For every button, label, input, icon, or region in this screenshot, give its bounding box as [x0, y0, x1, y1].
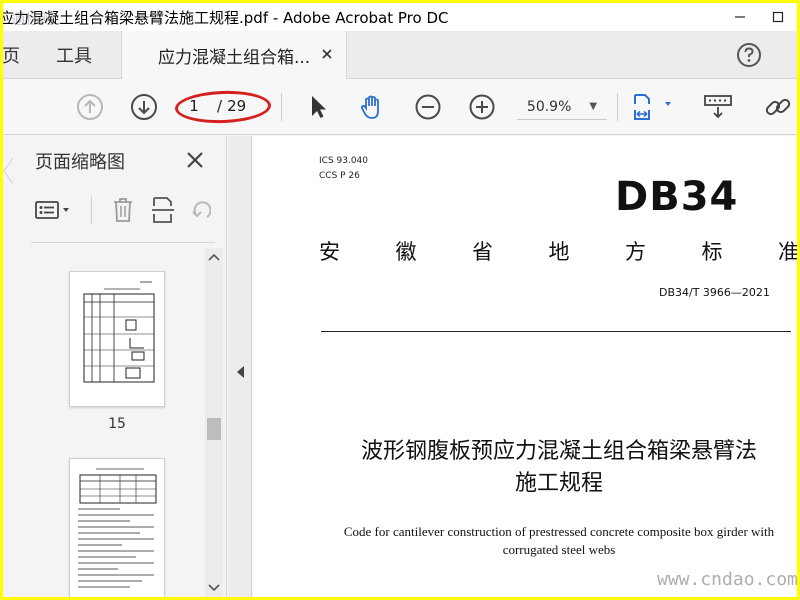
- select-tool-button[interactable]: [303, 92, 333, 122]
- tab-document-label: 应力混凝土组合箱...: [158, 47, 311, 68]
- share-link-button[interactable]: [763, 92, 793, 122]
- delete-page-button[interactable]: [109, 196, 137, 224]
- trash-icon: [114, 198, 132, 222]
- scroll-up-button[interactable]: [205, 248, 223, 266]
- chevron-up-icon: [208, 253, 220, 261]
- rotate-page-button[interactable]: [189, 196, 211, 224]
- panel-close-button[interactable]: [184, 149, 206, 171]
- panel-tab-indicator: [3, 158, 13, 184]
- app-window: 应力混凝土组合箱梁悬臂法施工规程.pdf - Adobe Acrobat Pro…: [3, 3, 797, 597]
- tab-home[interactable]: 页: [3, 31, 25, 79]
- thumbnail-preview: [83, 281, 155, 383]
- panel-toolbar: [33, 194, 223, 226]
- toolbar-divider: [617, 93, 618, 121]
- window-title: 应力混凝土组合箱梁悬臂法施工规程.pdf - Adobe Acrobat Pro…: [3, 8, 449, 27]
- fit-width-icon: [634, 94, 671, 120]
- toolbar-divider: [281, 93, 282, 121]
- zoom-select[interactable]: 50.9% ▼: [517, 94, 607, 120]
- standard-logo: DB34: [615, 174, 739, 220]
- category-char: 地: [548, 240, 570, 264]
- scroll-down-button[interactable]: [205, 579, 223, 597]
- tab-tools[interactable]: 工具: [27, 31, 121, 79]
- category-char: 标: [701, 240, 723, 264]
- english-title: Code for cantilever construction of pres…: [319, 523, 797, 559]
- title-bar: 应力混凝土组合箱梁悬臂法施工规程.pdf - Adobe Acrobat Pro…: [3, 3, 797, 31]
- panel-divider: [31, 242, 215, 243]
- english-title-line: corrugated steel webs: [502, 542, 616, 557]
- category-char: 安: [319, 240, 340, 264]
- close-icon: [322, 49, 332, 59]
- close-icon: [187, 152, 203, 168]
- watermark-top: 通标网: [11, 12, 53, 28]
- main-toolbar: 1 / 29 50.9% ▼: [3, 79, 797, 135]
- maximize-icon: [772, 11, 784, 23]
- link-icon: [765, 98, 791, 116]
- rotate-icon: [192, 201, 211, 218]
- help-button[interactable]: [735, 41, 763, 69]
- page-thumbnail[interactable]: [69, 458, 165, 597]
- thumbnail-options-button[interactable]: [33, 196, 77, 224]
- watermark-bottom: www.cndao.com: [657, 569, 797, 590]
- tab-document[interactable]: 应力混凝土组合箱...: [121, 31, 347, 79]
- chevron-down-icon: [208, 584, 220, 592]
- chevron-down-icon: ▼: [589, 101, 598, 112]
- help-icon: [737, 43, 761, 67]
- zoom-value: 50.9%: [526, 98, 572, 115]
- arrow-up-circle-icon: [77, 94, 103, 120]
- collapse-panel-button[interactable]: [234, 364, 246, 380]
- page-thumbnail[interactable]: [69, 271, 165, 407]
- panel-collapse-bar[interactable]: [228, 136, 252, 597]
- title-line: 波形钢腹板预应力混凝土组合箱梁悬臂法: [360, 439, 757, 464]
- maximize-button[interactable]: [759, 3, 797, 31]
- standard-category: 安 徽 省 地 方 标 准: [319, 236, 797, 266]
- thumbnail-list: 15: [3, 244, 203, 597]
- minimize-button[interactable]: [721, 3, 759, 31]
- header-rule: [321, 331, 791, 332]
- zoom-in-button[interactable]: [467, 92, 497, 122]
- keyboard-scroll-icon: [704, 95, 732, 119]
- scroll-mode-button[interactable]: [703, 92, 733, 122]
- extract-pages-button[interactable]: [149, 196, 177, 224]
- ics-code: ICS 93.040: [319, 156, 369, 166]
- next-page-button[interactable]: [129, 92, 159, 122]
- minimize-icon: [735, 16, 745, 18]
- document-view[interactable]: ICS 93.040 CCS P 26 DB34 安 徽 省 地 方 标 准 D…: [253, 136, 797, 597]
- tab-close-button[interactable]: [318, 45, 336, 63]
- standard-number: DB34/T 3966—2021: [659, 286, 770, 299]
- category-char: 徽: [395, 240, 417, 264]
- thumbnail-label: 15: [108, 416, 126, 432]
- title-line: 施工规程: [514, 471, 603, 496]
- document-title: 波形钢腹板预应力混凝土组合箱梁悬臂法 施工规程: [319, 436, 797, 500]
- arrow-down-circle-icon: [131, 94, 157, 120]
- panel-title: 页面缩略图: [35, 152, 125, 173]
- page-split-icon: [152, 197, 174, 223]
- scrollbar-thumb[interactable]: [207, 418, 221, 440]
- hand-tool-button[interactable]: [357, 92, 387, 122]
- document-page: ICS 93.040 CCS P 26 DB34 安 徽 省 地 方 标 准 D…: [253, 136, 797, 597]
- minus-circle-icon: [415, 94, 441, 120]
- previous-page-button[interactable]: [75, 92, 105, 122]
- panel-toolbar-divider: [91, 196, 92, 224]
- options-menu-icon: [35, 201, 69, 219]
- plus-circle-icon: [469, 94, 495, 120]
- thumbnail-preview: [78, 468, 157, 588]
- english-title-line: Code for cantilever construction of pres…: [343, 524, 775, 539]
- tab-bar: 页 工具 应力混凝土组合箱...: [3, 31, 797, 79]
- category-char: 方: [625, 240, 646, 264]
- ccs-code: CCS P 26: [319, 171, 360, 181]
- category-char: 准: [778, 240, 797, 264]
- category-char: 省: [472, 240, 493, 264]
- triangle-left-icon: [237, 366, 244, 378]
- zoom-out-button[interactable]: [413, 92, 443, 122]
- window-controls: [721, 3, 797, 31]
- thumbnail-scrollbar[interactable]: [205, 248, 223, 597]
- hand-icon: [360, 95, 379, 119]
- cursor-arrow-icon: [312, 96, 326, 118]
- fit-page-button[interactable]: [631, 92, 677, 122]
- thumbnails-panel: 页面缩略图 15: [3, 136, 227, 597]
